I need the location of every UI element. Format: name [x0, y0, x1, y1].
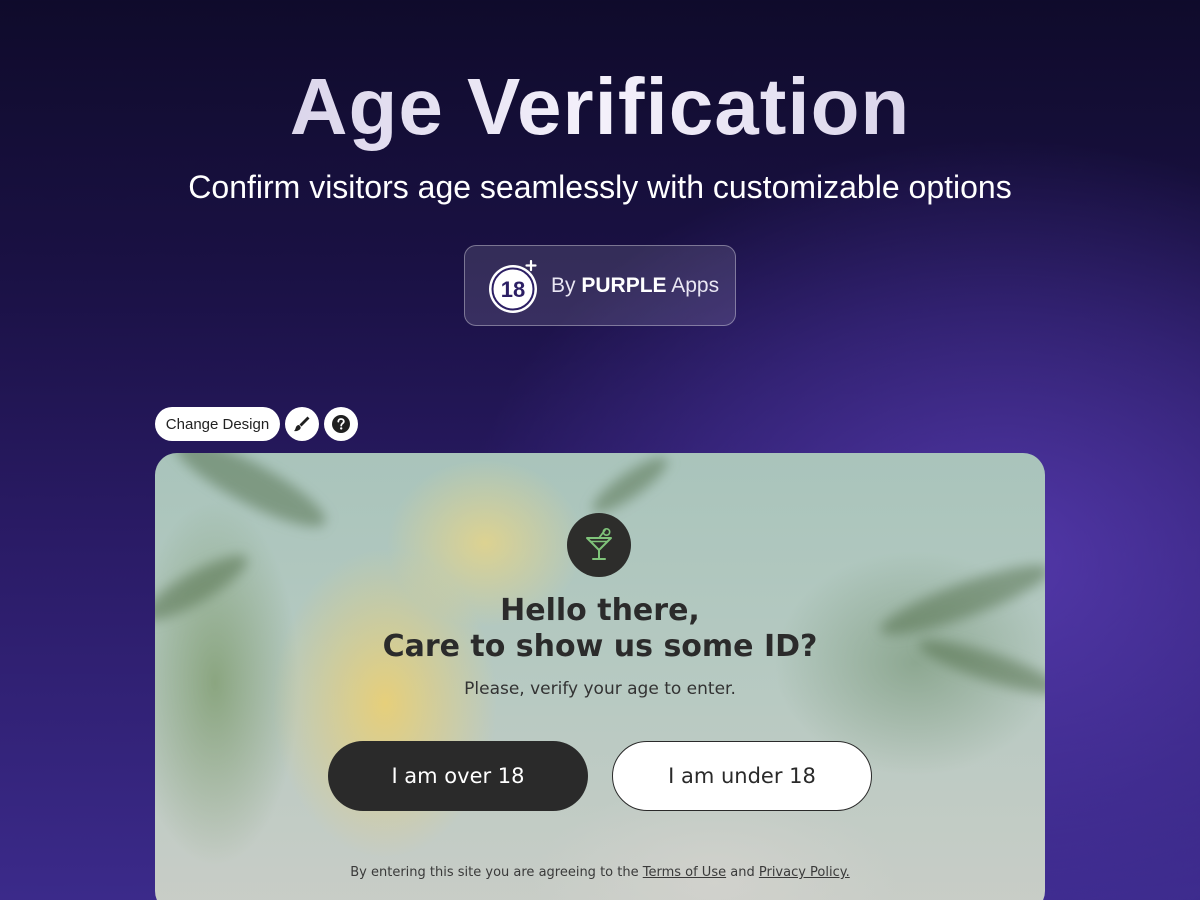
vendor-brand: PURPLE — [581, 274, 667, 297]
popup-heading-line1: Hello there, — [500, 593, 700, 628]
vendor-suffix: Apps — [671, 274, 720, 297]
under-18-button[interactable]: I am under 18 — [612, 741, 872, 811]
popup-heading-line2: Care to show us some ID? — [382, 629, 818, 664]
question-icon — [332, 415, 350, 433]
help-button[interactable] — [324, 407, 358, 441]
page-subtitle: Confirm visitors age seamlessly with cus… — [188, 169, 1012, 205]
vendor-prefix: By — [551, 274, 576, 297]
background-leaf — [165, 453, 335, 541]
legal-and: and — [730, 865, 755, 880]
paintbrush-icon — [294, 416, 310, 432]
privacy-policy-link[interactable]: Privacy Policy. — [759, 865, 850, 880]
vendor-badge[interactable]: 18 By PURPLE Apps — [464, 245, 736, 326]
vendor-name: By PURPLE Apps — [551, 273, 719, 299]
popup-subtext: Please, verify your age to enter. — [464, 679, 736, 699]
background-leaf — [586, 453, 674, 521]
age-18-label: 18 — [501, 277, 525, 302]
terms-of-use-link[interactable]: Terms of Use — [643, 865, 726, 880]
age-verification-popup: Hello there, Care to show us some ID? Pl… — [155, 453, 1045, 900]
over-18-button[interactable]: I am over 18 — [328, 741, 588, 811]
popup-heading: Hello there, Care to show us some ID? — [155, 593, 1045, 665]
change-design-button[interactable]: Change Design — [155, 407, 280, 441]
cocktail-icon — [567, 513, 631, 577]
age-18-plus-icon: 18 — [489, 260, 537, 313]
legal-notice: By entering this site you are agreeing t… — [155, 865, 1045, 881]
edit-design-button[interactable] — [285, 407, 319, 441]
legal-prefix: By entering this site you are agreeing t… — [350, 865, 639, 880]
page-title: Age Verification — [0, 62, 1200, 152]
